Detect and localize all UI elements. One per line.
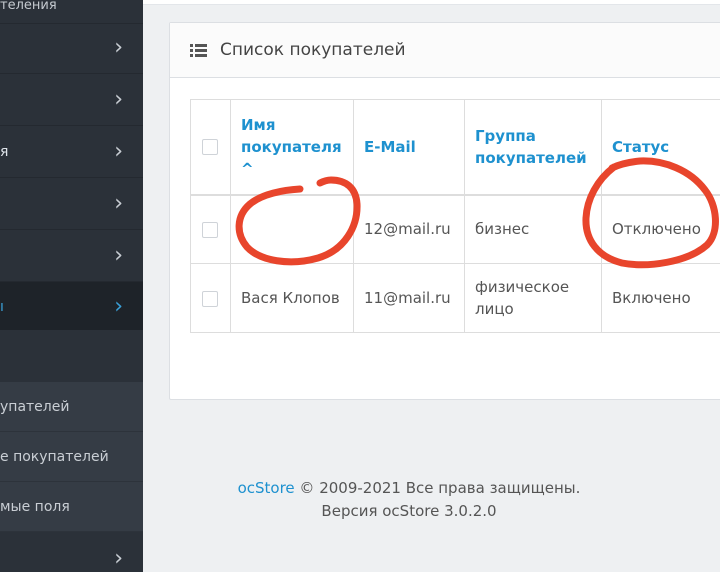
column-header-group-line2: покупателей — [475, 148, 587, 167]
footer-brand-link[interactable]: ocStore — [238, 479, 295, 497]
sidebar-item-3[interactable]: я › — [0, 126, 143, 178]
top-header — [143, 0, 720, 5]
chevron-right-icon: › — [114, 138, 123, 164]
sidebar-subitem-custom-fields[interactable]: мые поля — [0, 482, 143, 532]
footer-copyright: ocStore © 2009-2021 Все права защищены. — [169, 479, 649, 497]
chevron-right-icon: › — [114, 545, 123, 571]
sidebar-item-label: теления — [0, 0, 57, 13]
cell-status: Отключено — [601, 194, 720, 264]
sidebar-subitem-customers[interactable]: упателей — [0, 382, 143, 432]
column-header-status[interactable]: Статус — [601, 99, 720, 196]
chevron-right-icon: › — [114, 190, 123, 216]
customer-list-panel: Список покупателей Имя покупателя ^ E-Ma — [169, 22, 720, 400]
select-all-checkbox[interactable] — [202, 139, 218, 156]
cell-group-line1: физическое — [475, 278, 570, 296]
sidebar-submenu-spacer — [0, 330, 143, 382]
sidebar-item-label: я — [0, 143, 9, 160]
column-header-email[interactable]: E-Mail — [353, 99, 465, 196]
row-select-cell — [190, 194, 231, 264]
column-header-name-line2: покупателя — [241, 137, 342, 156]
cell-group: физическое лицо — [464, 263, 602, 333]
table-row: Вася Клопов 11@mail.ru физическое лицо В… — [190, 263, 720, 333]
column-header-group[interactable]: Группа покупателей — [464, 99, 602, 196]
column-header-status-label: Статус — [612, 137, 670, 156]
sidebar-item-bottom[interactable]: › — [0, 533, 143, 572]
cell-group: бизнес — [464, 194, 602, 264]
sidebar-item-customers[interactable]: ı › — [0, 282, 143, 332]
column-header-group-line1: Группа — [475, 126, 536, 145]
select-all-cell — [190, 99, 231, 196]
sidebar-subitem-label: упателей — [0, 398, 70, 415]
column-header-email-label: E-Mail — [364, 137, 416, 156]
sidebar-item-5[interactable]: › — [0, 230, 143, 282]
column-header-name[interactable]: Имя покупателя ^ — [230, 99, 354, 196]
customer-table: Имя покупателя ^ E-Mail Группа покупател… — [190, 99, 720, 333]
sidebar-item-top[interactable]: теления — [0, 0, 143, 24]
column-header-name-line1: Имя — [241, 115, 276, 134]
sidebar-subitem-customer-groups[interactable]: е покупателей — [0, 432, 143, 482]
footer-copyright-text: © 2009-2021 Все права защищены. — [294, 479, 581, 497]
sidebar-item-label: ı — [0, 298, 4, 315]
table-header-row: Имя покупателя ^ E-Mail Группа покупател… — [190, 99, 720, 196]
cell-status: Включено — [601, 263, 720, 333]
cell-name — [230, 194, 354, 264]
sidebar-item-4[interactable]: › — [0, 178, 143, 230]
row-select-cell — [190, 263, 231, 333]
panel-heading: Список покупателей — [170, 23, 720, 78]
cell-name: Вася Клопов — [230, 263, 354, 333]
panel-title: Список покупателей — [220, 40, 406, 60]
cell-email: 11@mail.ru — [353, 263, 465, 333]
chevron-right-icon: › — [114, 34, 123, 60]
row-checkbox[interactable] — [202, 221, 218, 238]
sidebar-subitem-label: е покупателей — [0, 448, 109, 465]
sort-asc-icon: ^ — [241, 159, 254, 178]
chevron-right-icon: › — [114, 293, 123, 319]
sidebar-subitem-label: мые поля — [0, 498, 70, 515]
table-row: 12@mail.ru бизнес Отключено — [190, 194, 720, 264]
list-icon — [190, 44, 207, 57]
sidebar-item-1[interactable]: › — [0, 22, 143, 74]
cell-group-line1: бизнес — [475, 220, 530, 239]
chevron-right-icon: › — [114, 242, 123, 268]
chevron-right-icon: › — [114, 86, 123, 112]
row-checkbox[interactable] — [202, 290, 218, 307]
sidebar-item-2[interactable]: › — [0, 74, 143, 126]
cell-group-line2: лицо — [475, 300, 514, 318]
sidebar: теления › › я › › › ı › упателей е покуп… — [0, 0, 143, 572]
footer-version: Версия ocStore 3.0.2.0 — [321, 502, 497, 520]
cell-email: 12@mail.ru — [353, 194, 465, 264]
